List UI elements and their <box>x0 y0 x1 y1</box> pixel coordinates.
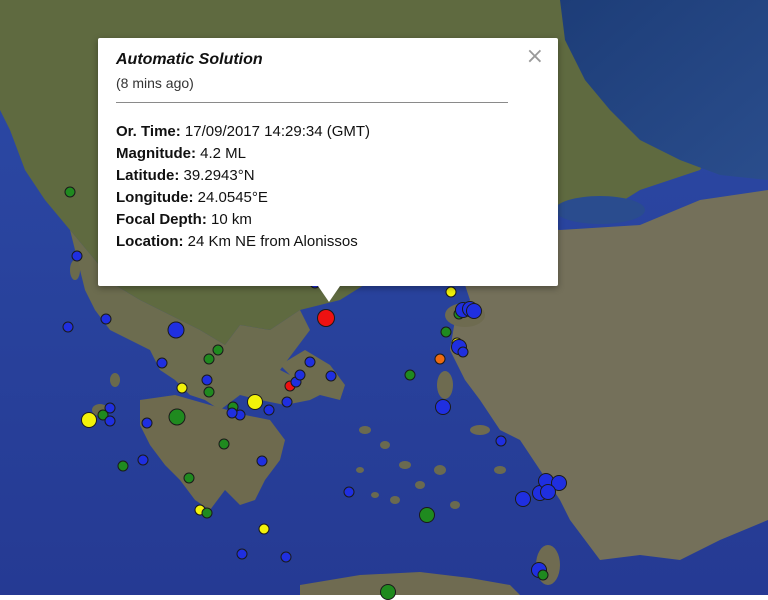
earthquake-marker[interactable] <box>212 344 224 356</box>
earthquake-marker[interactable] <box>537 569 549 581</box>
detail-magnitude: Magnitude: 4.2 ML <box>116 145 247 162</box>
sea-of-marmara <box>555 196 645 224</box>
earthquake-marker[interactable] <box>304 356 316 368</box>
earthquake-marker[interactable] <box>247 394 263 410</box>
earthquake-marker[interactable] <box>419 507 435 523</box>
earthquake-marker[interactable] <box>440 326 452 338</box>
popup-subtitle: (8 mins ago) <box>116 75 194 91</box>
earthquake-marker[interactable] <box>117 460 129 472</box>
earthquake-marker[interactable] <box>294 369 306 381</box>
earthquake-marker[interactable] <box>343 486 355 498</box>
earthquake-marker[interactable] <box>183 472 195 484</box>
earthquake-marker[interactable] <box>515 491 531 507</box>
earthquake-marker[interactable] <box>156 357 168 369</box>
earthquake-marker[interactable] <box>404 369 416 381</box>
earthquake-marker[interactable] <box>434 353 446 365</box>
earthquake-marker[interactable] <box>495 435 507 447</box>
earthquake-marker[interactable] <box>263 404 275 416</box>
earthquake-marker[interactable] <box>281 396 293 408</box>
earthquake-marker[interactable] <box>62 321 74 333</box>
detail-origin-time: Or. Time: 17/09/2017 14:29:34 (GMT) <box>116 123 371 140</box>
detail-focal-depth: Focal Depth: 10 km <box>116 211 252 228</box>
earthquake-marker[interactable] <box>258 523 270 535</box>
earthquake-marker[interactable] <box>236 548 248 560</box>
earthquake-marker[interactable] <box>81 412 97 428</box>
earthquake-marker[interactable] <box>540 484 556 500</box>
earthquake-marker[interactable] <box>104 415 116 427</box>
earthquake-marker[interactable] <box>457 346 469 358</box>
detail-longitude: Longitude: 24.0545°E <box>116 189 268 206</box>
popup-divider <box>116 102 508 103</box>
earthquake-marker[interactable] <box>218 438 230 450</box>
earthquake-marker[interactable] <box>325 370 337 382</box>
earthquake-marker[interactable] <box>201 507 213 519</box>
earthquake-marker[interactable] <box>380 584 396 600</box>
earthquake-marker[interactable] <box>141 417 153 429</box>
earthquake-info-popup: × Automatic Solution (8 mins ago) Or. Ti… <box>98 38 558 302</box>
earthquake-marker[interactable] <box>167 321 185 339</box>
detail-latitude: Latitude: 39.2943°N <box>116 167 255 184</box>
land-chios <box>437 371 453 399</box>
earthquake-marker[interactable] <box>203 386 215 398</box>
close-icon[interactable]: × <box>526 46 544 68</box>
detail-location: Location: 24 Km NE from Alonissos <box>116 233 358 250</box>
earthquake-marker[interactable] <box>435 399 451 415</box>
earthquake-marker[interactable] <box>100 313 112 325</box>
earthquake-marker[interactable] <box>256 455 268 467</box>
popup-title: Automatic Solution <box>116 51 263 68</box>
selected-earthquake-marker[interactable] <box>317 309 335 327</box>
earthquake-marker[interactable] <box>445 286 457 298</box>
earthquake-marker[interactable] <box>176 382 188 394</box>
earthquake-marker[interactable] <box>71 250 83 262</box>
earthquake-marker[interactable] <box>203 353 215 365</box>
earthquake-marker[interactable] <box>168 408 186 426</box>
earthquake-marker[interactable] <box>64 186 76 198</box>
earthquake-marker[interactable] <box>137 454 149 466</box>
earthquake-marker[interactable] <box>466 303 482 319</box>
popup-details: Or. Time: 17/09/2017 14:29:34 (GMT) Magn… <box>116 121 540 253</box>
earthquake-marker[interactable] <box>201 374 213 386</box>
earthquake-marker[interactable] <box>226 407 238 419</box>
popup-pointer <box>318 286 340 302</box>
earthquake-marker[interactable] <box>280 551 292 563</box>
land-ikaria <box>470 425 490 435</box>
